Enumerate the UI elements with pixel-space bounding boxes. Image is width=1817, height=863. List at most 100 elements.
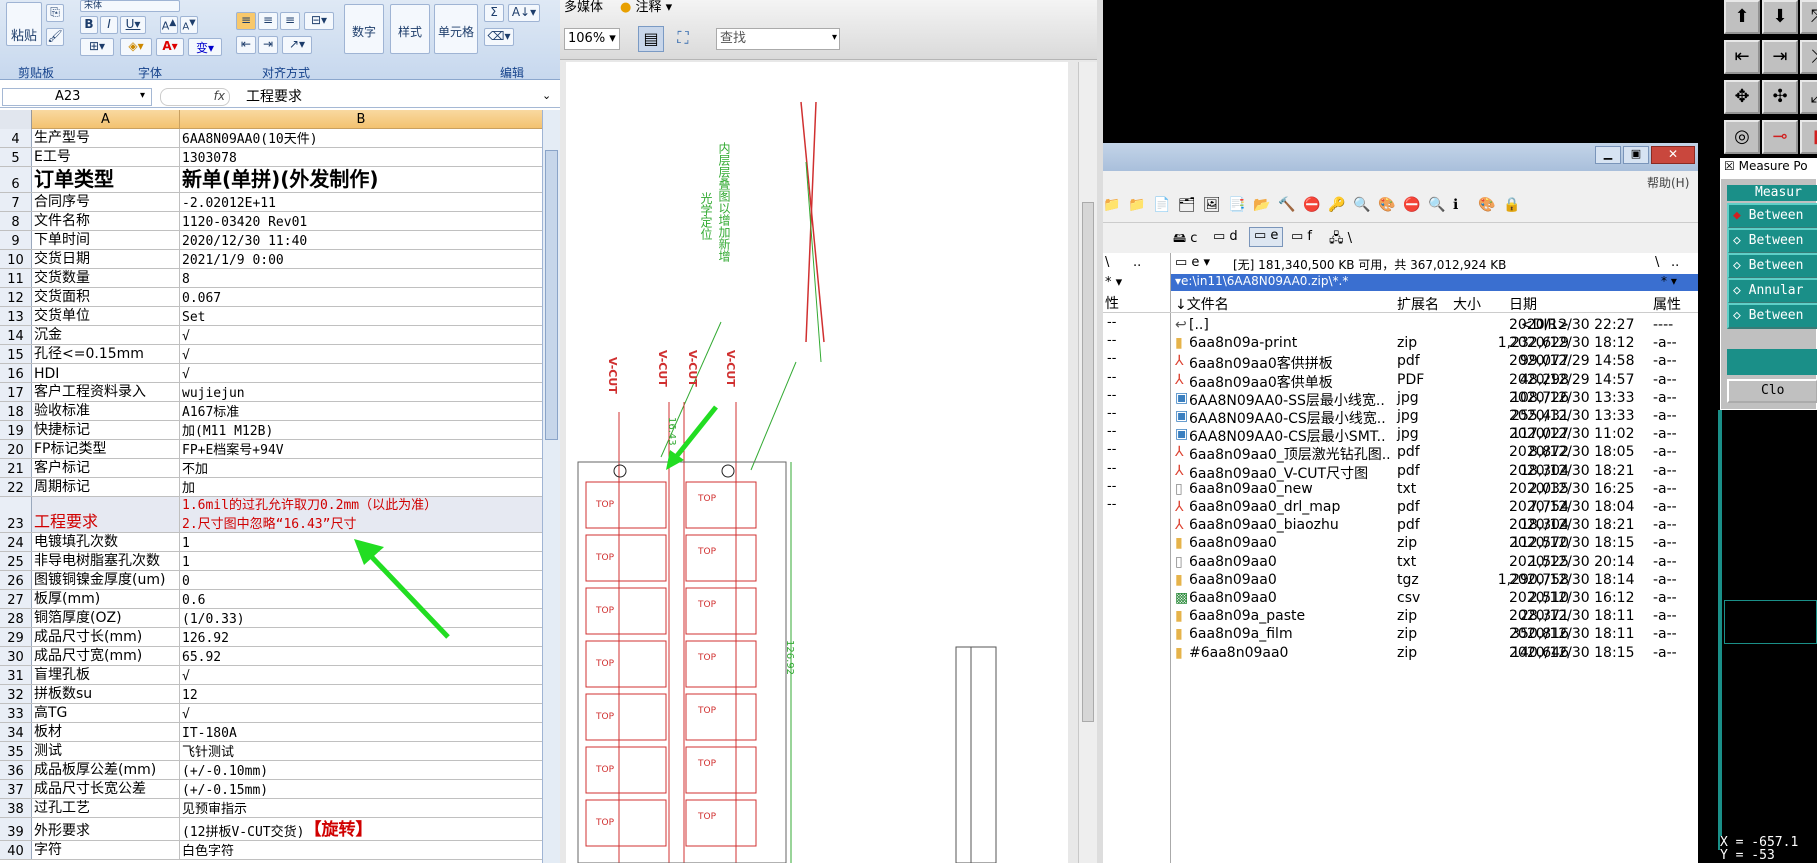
drive-select[interactable]: ▭ e ▾ <box>1175 255 1210 270</box>
cell-b[interactable]: (+/-0.10mm) <box>180 761 548 779</box>
toolbar-icon[interactable]: 📂 <box>1253 197 1270 213</box>
cell-a[interactable]: 成品尺寸宽(mm) <box>32 647 180 665</box>
cell-b[interactable]: 1303078 <box>180 148 548 166</box>
fit-width-icon[interactable]: ⛶ <box>670 26 696 52</box>
toolbar-icon[interactable]: 🖼 <box>1203 197 1221 213</box>
cell-b[interactable]: 1.6mil的过孔允许取刀0.2mm（以此为准） 2.尺寸图中忽略“16.43”尺… <box>180 497 548 532</box>
paste-button[interactable]: 粘贴 <box>6 2 42 46</box>
cell-b[interactable]: Set <box>180 307 548 325</box>
help-menu[interactable]: 帮助(H) <box>1647 174 1689 191</box>
path-root[interactable]: \ <box>1655 255 1659 270</box>
cell-b[interactable]: √ <box>180 345 548 363</box>
table-row[interactable]: 25 非导电树脂塞孔次数 1 <box>0 552 548 571</box>
table-row[interactable]: 40 字符 白色字符 <box>0 841 548 860</box>
row-number[interactable]: 39 <box>0 818 32 840</box>
row-number[interactable]: 38 <box>0 799 32 817</box>
row-number[interactable]: 8 <box>0 212 32 230</box>
cell-a[interactable]: 快捷标记 <box>32 421 180 439</box>
cell-a[interactable]: 孔径<=0.15mm <box>32 345 180 363</box>
measure-item[interactable]: ◇ Annular <box>1727 278 1817 304</box>
table-row[interactable]: 33 高TG √ <box>0 704 548 723</box>
cell-b[interactable]: 新单(单拼)(外发制作) <box>180 167 548 192</box>
col-size[interactable]: 大小 <box>1453 294 1481 314</box>
table-row[interactable]: 23 工程要求 1.6mil的过孔允许取刀0.2mm（以此为准） 2.尺寸图中忽略“1… <box>0 497 548 533</box>
align-center-icon[interactable]: ≡ <box>258 12 278 30</box>
row-number[interactable]: 9 <box>0 231 32 249</box>
cell-a[interactable]: 非导电树脂塞孔次数 <box>32 552 180 570</box>
table-row[interactable]: 15 孔径<=0.15mm √ <box>0 345 548 364</box>
annotate-menu[interactable]: ● 注释 ▾ <box>620 0 672 15</box>
column-header-b[interactable]: B <box>180 110 542 129</box>
table-row[interactable]: 8 文件名称 1120-03420 Rev01 <box>0 212 548 231</box>
row-number[interactable]: 23 <box>0 497 32 532</box>
pdf-vertical-scrollbar[interactable] <box>1078 62 1097 863</box>
table-row[interactable]: 5 E工号 1303078 <box>0 148 548 167</box>
measure-item[interactable]: ◆ Between <box>1727 203 1817 229</box>
row-number[interactable]: 11 <box>0 269 32 287</box>
cell-a[interactable]: 合同序号 <box>32 193 180 211</box>
fit-page-icon[interactable]: ▤ <box>638 26 664 52</box>
toolbar-icon[interactable]: 🔍 <box>1428 197 1445 213</box>
row-number[interactable]: 28 <box>0 609 32 627</box>
cad-tool-icon[interactable]: ⊸ <box>1762 120 1798 154</box>
cell-b[interactable]: 0.067 <box>180 288 548 306</box>
toolbar-icon[interactable]: 🔍 <box>1353 197 1370 213</box>
row-number[interactable]: 25 <box>0 552 32 570</box>
cell-a[interactable]: 周期标记 <box>32 478 180 496</box>
sum-icon[interactable]: Σ <box>484 4 504 22</box>
clear-icon[interactable]: ⌫▾ <box>484 28 514 46</box>
maximize-button[interactable]: ▣ <box>1623 146 1649 164</box>
cell-a[interactable]: 文件名称 <box>32 212 180 230</box>
cell-a[interactable]: E工号 <box>32 148 180 166</box>
cell-a[interactable]: 工程要求 <box>32 497 180 532</box>
row-number[interactable]: 12 <box>0 288 32 306</box>
cell-b[interactable]: 2021/1/9 0:00 <box>180 250 548 268</box>
cell-b[interactable]: 65.92 <box>180 647 548 665</box>
cell-a[interactable]: 交货日期 <box>32 250 180 268</box>
phonetic-icon[interactable]: 变▾ <box>188 38 222 56</box>
number-button[interactable]: 数字 <box>344 4 384 54</box>
cad-tool-icon[interactable]: ✣ <box>1762 80 1798 114</box>
cell-a[interactable]: 客户标记 <box>32 459 180 477</box>
cell-a[interactable]: 板厚(mm) <box>32 590 180 608</box>
table-row[interactable]: 32 拼板数su 12 <box>0 685 548 704</box>
format-painter-icon[interactable]: 🖌 <box>46 28 64 46</box>
toolbar-icon[interactable]: ℹ <box>1453 197 1458 213</box>
row-number[interactable]: 16 <box>0 364 32 382</box>
right-panel[interactable]: ▭ e ▾ [无] 181,340,500 KB 可用，共 367,012,92… <box>1171 253 1698 863</box>
cell-b[interactable]: A167标准 <box>180 402 548 420</box>
toolbar-icon[interactable]: 📑 <box>1228 197 1245 213</box>
shrink-font-button[interactable]: A▼ <box>180 16 198 34</box>
row-number[interactable]: 31 <box>0 666 32 684</box>
col-name[interactable]: ↓文件名 <box>1175 294 1229 314</box>
cell-b[interactable]: 12 <box>180 685 548 703</box>
table-row[interactable]: 26 图镀铜镍金厚度(um) 0 <box>0 571 548 590</box>
row-number[interactable]: 24 <box>0 533 32 551</box>
cell-a[interactable]: 拼板数su <box>32 685 180 703</box>
pdf-search-input[interactable]: 查找 <box>716 28 840 50</box>
cell-b[interactable]: 1120-03420 Rev01 <box>180 212 548 230</box>
cell-b[interactable]: 加 <box>180 478 548 496</box>
table-row[interactable]: 29 成品尺寸长(mm) 126.92 <box>0 628 548 647</box>
toolbar-icon[interactable]: ⛔ <box>1403 197 1420 213</box>
font-color-icon[interactable]: A▾ <box>156 38 184 56</box>
cell-a[interactable]: 沉金 <box>32 326 180 344</box>
table-row[interactable]: 7 合同序号 -2.02012E+11 <box>0 193 548 212</box>
column-header-a[interactable]: A <box>32 110 180 129</box>
cell-b[interactable]: wujiejun <box>180 383 548 401</box>
path-bar[interactable]: ▾e:\in11\6AA8N09AA0.zip\*.* <box>1171 274 1698 291</box>
row-number[interactable]: 17 <box>0 383 32 401</box>
drive-d[interactable]: ▭ d <box>1213 229 1238 244</box>
cell-b[interactable]: IT-180A <box>180 723 548 741</box>
close-icon[interactable]: ☒ <box>1724 159 1735 173</box>
cell-a[interactable]: 交货数量 <box>32 269 180 287</box>
font-name-select[interactable]: 宋体 <box>80 0 180 12</box>
cell-b[interactable]: (+/-0.15mm) <box>180 780 548 798</box>
cell-b[interactable]: √ <box>180 364 548 382</box>
cell-b[interactable]: √ <box>180 326 548 344</box>
measure-item[interactable]: ◇ Between <box>1727 303 1817 329</box>
select-all-corner[interactable] <box>0 110 32 129</box>
expand-formula-icon[interactable]: ⌄ <box>542 89 551 102</box>
cad-tool-icon[interactable]: ⤢ <box>1800 80 1817 114</box>
cell-b[interactable]: 6AA8N09AA0(10天件) <box>180 129 548 147</box>
